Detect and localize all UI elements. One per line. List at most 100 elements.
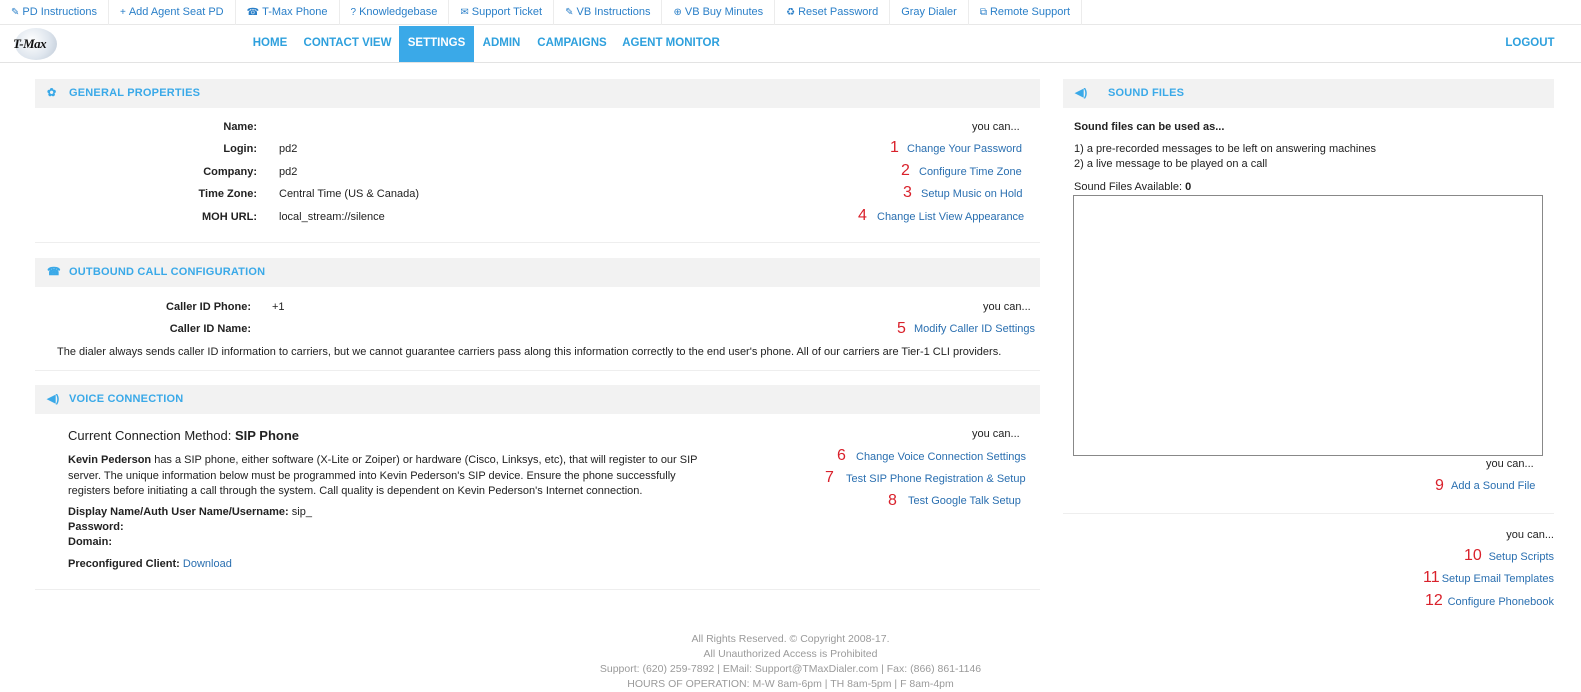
nav-admin[interactable]: ADMIN <box>474 26 529 62</box>
company-value: pd2 <box>279 166 298 178</box>
step-number: 3 <box>903 184 912 201</box>
sound-files-panel: ◀) SOUND FILES Sound files can be used as… <box>1063 79 1554 514</box>
sound-files-available: Sound Files Available: 0 <box>1074 181 1191 193</box>
toplink-reset-password[interactable]: ♻ Reset Password <box>775 0 891 25</box>
toplink-gray-dialer[interactable]: Gray Dialer <box>890 0 969 25</box>
domain-label: Domain: <box>68 536 112 548</box>
nav-settings[interactable]: SETTINGS <box>399 26 474 62</box>
setup-moh-link[interactable]: Setup Music on Hold <box>921 188 1023 200</box>
timezone-value: Central Time (US & Canada) <box>279 188 419 200</box>
company-label: Company: <box>203 166 257 178</box>
modify-caller-id-link[interactable]: Modify Caller ID Settings <box>914 323 1035 335</box>
agent-name: Kevin Pederson <box>68 454 152 466</box>
plus-icon: + <box>119 7 126 18</box>
change-voice-connection-link[interactable]: Change Voice Connection Settings <box>856 451 1026 463</box>
sip-credentials: Display Name/Auth User Name/Username: si… <box>68 505 312 550</box>
footer-hours: HOURS OF OPERATION: M-W 8am-6pm | TH 8am… <box>627 678 954 690</box>
toplink-add-agent-seat[interactable]: + Add Agent Seat PD <box>109 0 236 25</box>
download-link[interactable]: Download <box>183 558 232 570</box>
sound-files-list[interactable] <box>1073 195 1543 456</box>
toplink-label: Remote Support <box>989 6 1071 18</box>
envelope-icon: ✉ <box>460 7 469 18</box>
coin-icon: ⊕ <box>673 7 682 18</box>
toplink-label: T-Max Phone <box>262 6 328 18</box>
nav-contact-view[interactable]: CONTACT VIEW <box>297 26 398 62</box>
footer: All Rights Reserved. © Copyright 2008-17… <box>0 632 1581 692</box>
test-sip-phone-link[interactable]: Test SIP Phone Registration & Setup <box>846 473 1026 485</box>
description-line: has a SIP phone, either software (X-Lite… <box>151 454 698 466</box>
sound-use-1: 1) a pre-recorded messages to be left on… <box>1074 143 1377 155</box>
refresh-icon: ♻ <box>786 7 796 18</box>
toplink-label: Support Ticket <box>471 6 543 18</box>
password-label: Password: <box>68 521 124 533</box>
nav-logout[interactable]: LOGOUT <box>1497 26 1563 62</box>
top-links-bar: ✎ PD Instructions + Add Agent Seat PD ☎ T-M… <box>0 0 1581 25</box>
voice-connection-panel: ◀) VOICE CONNECTION Current Connection Me… <box>35 385 1040 590</box>
preconfigured-client-label: Preconfigured Client: <box>68 558 180 570</box>
voice-connection-header: ◀) VOICE CONNECTION <box>35 385 1040 414</box>
footer-contact: Support: (620) 259-7892 | EMail: Support… <box>599 663 982 675</box>
configure-timezone-link[interactable]: Configure Time Zone <box>919 166 1022 178</box>
step-number: 7 <box>825 469 834 486</box>
toplink-remote-support[interactable]: ⧉ Remote Support <box>969 0 1083 25</box>
step-number: 6 <box>837 447 846 464</box>
toplink-knowledgebase[interactable]: ? Knowledgebase <box>340 0 450 25</box>
outbound-call-body: Caller ID Phone: +1 Caller ID Name: you … <box>35 287 1040 371</box>
step-number: 5 <box>897 320 906 337</box>
gear-icon: ✿ <box>47 87 57 99</box>
sip-description: Kevin Pederson has a SIP phone, either s… <box>68 453 698 500</box>
caller-id-note: The dialer always sends caller ID inform… <box>57 346 1002 358</box>
change-list-view-link[interactable]: Change List View Appearance <box>877 211 1024 223</box>
add-sound-file-link[interactable]: Add a Sound File <box>1451 480 1535 492</box>
speaker-icon: ◀) <box>47 393 60 405</box>
nav-home[interactable]: HOME <box>243 26 297 62</box>
outbound-call-panel: ☎ OUTBOUND CALL CONFIGURATION Caller ID P… <box>35 258 1040 371</box>
change-password-link[interactable]: Change Your Password <box>907 143 1022 155</box>
configure-phonebook-link[interactable]: Configure Phonebook <box>1448 596 1554 608</box>
outbound-call-header: ☎ OUTBOUND CALL CONFIGURATION <box>35 258 1040 287</box>
toplink-label: Gray Dialer <box>901 6 957 18</box>
step-number: 10 <box>1464 547 1482 564</box>
pencil-icon: ✎ <box>565 7 574 18</box>
caller-id-name-label: Caller ID Name: <box>169 323 251 335</box>
question-icon: ? <box>350 7 357 18</box>
step-number: 8 <box>888 492 897 509</box>
caller-id-phone-value: +1 <box>272 301 285 313</box>
extra-links: you can... 10 Setup Scripts 11 Setup Ema… <box>1400 525 1554 615</box>
test-google-talk-link[interactable]: Test Google Talk Setup <box>908 495 1021 507</box>
step-number: 9 <box>1435 477 1444 494</box>
footer-notice: All Unauthorized Access is Prohibited <box>703 648 878 660</box>
toplink-support-ticket[interactable]: ✉ Support Ticket <box>449 0 555 25</box>
you-can-label: you can... <box>972 121 1020 133</box>
step-number: 1 <box>890 139 899 156</box>
setup-scripts-link[interactable]: Setup Scripts <box>1489 551 1554 563</box>
phone-icon: ☎ <box>47 266 61 278</box>
panel-title: OUTBOUND CALL CONFIGURATION <box>69 266 266 278</box>
toplink-label: Add Agent Seat PD <box>128 6 224 18</box>
sound-files-intro: Sound files can be used as... <box>1074 121 1225 133</box>
toplink-vb-buy-minutes[interactable]: ⊕ VB Buy Minutes <box>662 0 776 25</box>
sound-files-header: ◀) SOUND FILES <box>1063 79 1554 108</box>
you-can-label: you can... <box>983 301 1031 313</box>
sound-files-available-label: Sound Files Available: <box>1074 181 1186 193</box>
step-number: 2 <box>901 162 910 179</box>
you-can-label: you can... <box>1506 529 1554 541</box>
toplink-label: PD Instructions <box>22 6 97 18</box>
panel-title: VOICE CONNECTION <box>69 393 184 405</box>
auth-username-label: Display Name/Auth User Name/Username: <box>68 506 289 518</box>
panel-title: SOUND FILES <box>1108 87 1185 99</box>
preconfigured-client: Preconfigured Client: Download <box>68 558 232 570</box>
tmax-logo[interactable]: T-Max <box>13 28 57 60</box>
connection-method-value: SIP Phone <box>234 428 299 443</box>
nav-campaigns[interactable]: CAMPAIGNS <box>529 26 615 62</box>
step-number: 4 <box>858 207 867 224</box>
setup-email-templates-link[interactable]: Setup Email Templates <box>1442 573 1554 585</box>
toplink-tmax-phone[interactable]: ☎ T-Max Phone <box>236 0 340 25</box>
you-can-label: you can... <box>1486 458 1534 470</box>
nav-agent-monitor[interactable]: AGENT MONITOR <box>615 26 727 62</box>
toplink-pd-instructions[interactable]: ✎ PD Instructions <box>0 0 109 25</box>
toplink-vb-instructions[interactable]: ✎ VB Instructions <box>554 0 663 25</box>
moh-url-label: MOH URL: <box>202 211 257 223</box>
panel-title: GENERAL PROPERTIES <box>69 87 201 99</box>
name-label: Name: <box>223 121 257 133</box>
